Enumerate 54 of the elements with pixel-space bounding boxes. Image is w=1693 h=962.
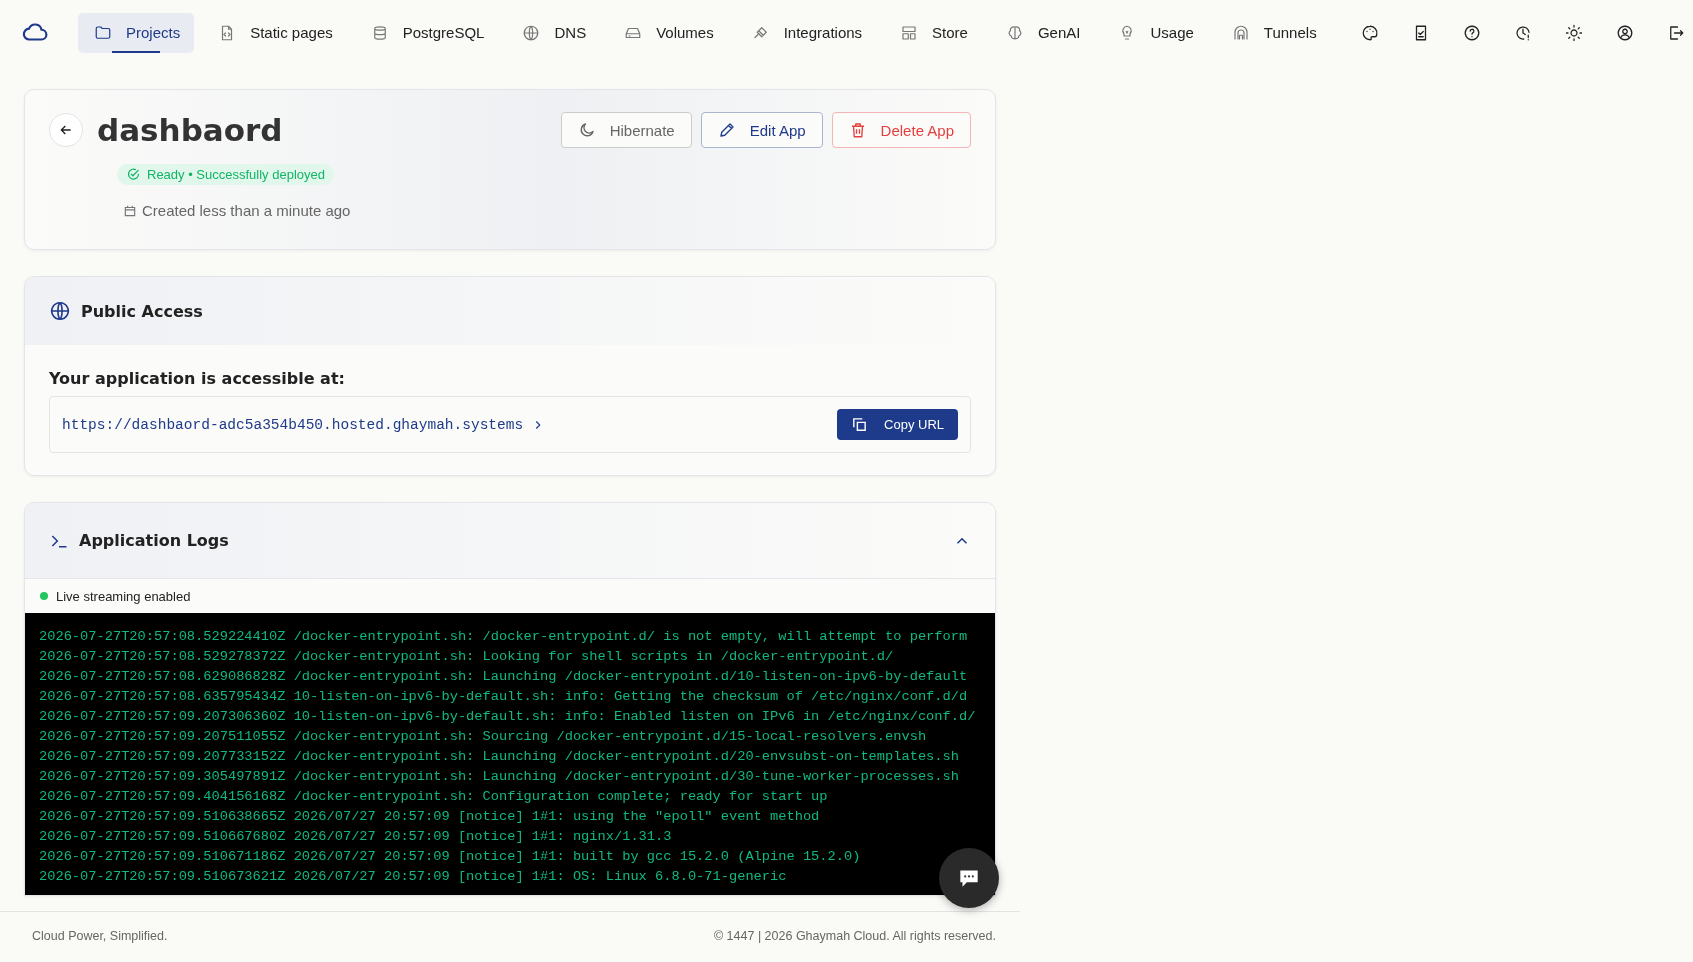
nav-tab[interactable]: PostgreSQL: [354, 12, 499, 53]
log-line: 2026-07-27T20:57:09.305497891Z /docker-entrypoint.sh: Launching /docker-entrypoint.d/30-tune-worker-processes.sh: [39, 768, 959, 786]
log-line: 2026-07-27T20:57:09.510667680Z 2026/07/27 20:57:09 [notice] 1#1: nginx/1.31.3: [39, 828, 672, 846]
back-button[interactable]: [49, 113, 83, 147]
hibernate-button[interactable]: Hibernate: [560, 112, 692, 148]
live-indicator-dot: [40, 592, 48, 600]
nav-tab[interactable]: Usage: [1102, 12, 1208, 53]
section-title: Application Logs: [79, 531, 229, 550]
user-icon[interactable]: [1616, 23, 1634, 42]
logout-icon[interactable]: [1667, 23, 1685, 42]
nav-tab[interactable]: Static pages: [202, 12, 347, 53]
nav-tab[interactable]: Integrations: [735, 12, 877, 53]
log-line: 2026-07-27T20:57:09.207306360Z 10-listen-on-ipv6-by-default.sh: info: Enabled listen on IPv6 in /etc/nginx/conf.d/: [39, 708, 976, 726]
log-line: 2026-07-27T20:57:08.529278372Z /docker-entrypoint.sh: Looking for shell scripts in /docker-entrypoint.d/: [39, 648, 894, 666]
log-line: 2026-07-27T20:57:09.404156168Z /docker-entrypoint.sh: Configuration complete; ready for start up: [39, 788, 828, 806]
calendar-icon: [123, 203, 137, 218]
log-line: 2026-07-27T20:57:09.510638665Z 2026/07/27 20:57:09 [notice] 1#1: using the "epoll" event method: [39, 808, 820, 826]
log-line: 2026-07-27T20:57:09.207511055Z /docker-entrypoint.sh: Sourcing /docker-entrypoint.d/15-local-resolvers.envsh: [39, 728, 927, 746]
log-line: 2026-07-27T20:57:08.635795434Z 10-listen-on-ipv6-by-default.sh: info: Getting the checksum of /etc/nginx/conf.d/d: [39, 688, 968, 706]
globe-icon: [522, 23, 541, 42]
nav-tab[interactable]: Projects: [78, 12, 195, 53]
log-line: 2026-07-27T20:57:09.207733152Z /docker-entrypoint.sh: Launching /docker-entrypoint.d/20-envsubst-on-templates.sh: [39, 748, 959, 766]
app-url-link[interactable]: https://dashbaord-adc5a354b450.hosted.ghaymah.systems: [62, 416, 524, 433]
access-heading: Your application is accessible at:: [49, 369, 346, 388]
layout-icon: [900, 23, 919, 42]
section-title: Public Access: [81, 301, 203, 321]
tunnel-icon: [1231, 23, 1250, 42]
log-line: 2026-07-27T20:57:09.510673621Z 2026/07/27 20:57:09 [notice] 1#1: OS: Linux 6.8.0-71-generic: [39, 868, 787, 886]
palette-icon[interactable]: [1361, 23, 1379, 42]
log-line: 2026-07-27T20:57:09.510671186Z 2026/07/27 20:57:09 [notice] 1#1: built by gcc 15.2.0 (Alpine 15.2.0): [39, 848, 861, 866]
copy-url-button[interactable]: Copy URL: [837, 409, 958, 440]
folder-icon: [94, 23, 112, 42]
copyright-text: © 1447 | 2026 Ghaymah Cloud. All rights reserved.: [713, 929, 996, 943]
nav-tab[interactable]: Tunnels: [1215, 12, 1331, 53]
streaming-status: Live streaming enabled: [56, 588, 191, 604]
nav-tab[interactable]: Volumes: [608, 12, 728, 53]
delete-button[interactable]: Delete App: [831, 112, 971, 148]
edit-button[interactable]: Edit App: [700, 112, 823, 148]
footer-tagline: Cloud Power, Simplified.: [32, 929, 168, 943]
log-line: 2026-07-27T20:57:08.529224410Z /docker-entrypoint.sh: /docker-entrypoint.d/ is not empty, will attempt to perform: [39, 628, 968, 646]
copy-icon: [851, 416, 869, 433]
sun-icon[interactable]: [1565, 23, 1583, 42]
nav-tab[interactable]: DNS: [506, 12, 601, 53]
log-line: 2026-07-27T20:57:08.629086828Z /docker-entrypoint.sh: Launching /docker-entrypoint.d/10-listen-on-ipv6-by-default: [39, 668, 968, 686]
help-icon[interactable]: [1463, 23, 1481, 42]
nav-tab[interactable]: Store: [884, 12, 982, 53]
chat-button[interactable]: [939, 848, 999, 908]
status-badge: Ready • Successfully deployed: [117, 164, 334, 185]
app-name: dashbaord: [97, 112, 283, 148]
created-time: Created less than a minute ago: [142, 202, 351, 219]
pencil-icon: [717, 121, 736, 139]
globe-icon: [49, 300, 71, 322]
nav-tab[interactable]: GenAI: [989, 12, 1095, 53]
clock-icon[interactable]: [1514, 23, 1532, 42]
